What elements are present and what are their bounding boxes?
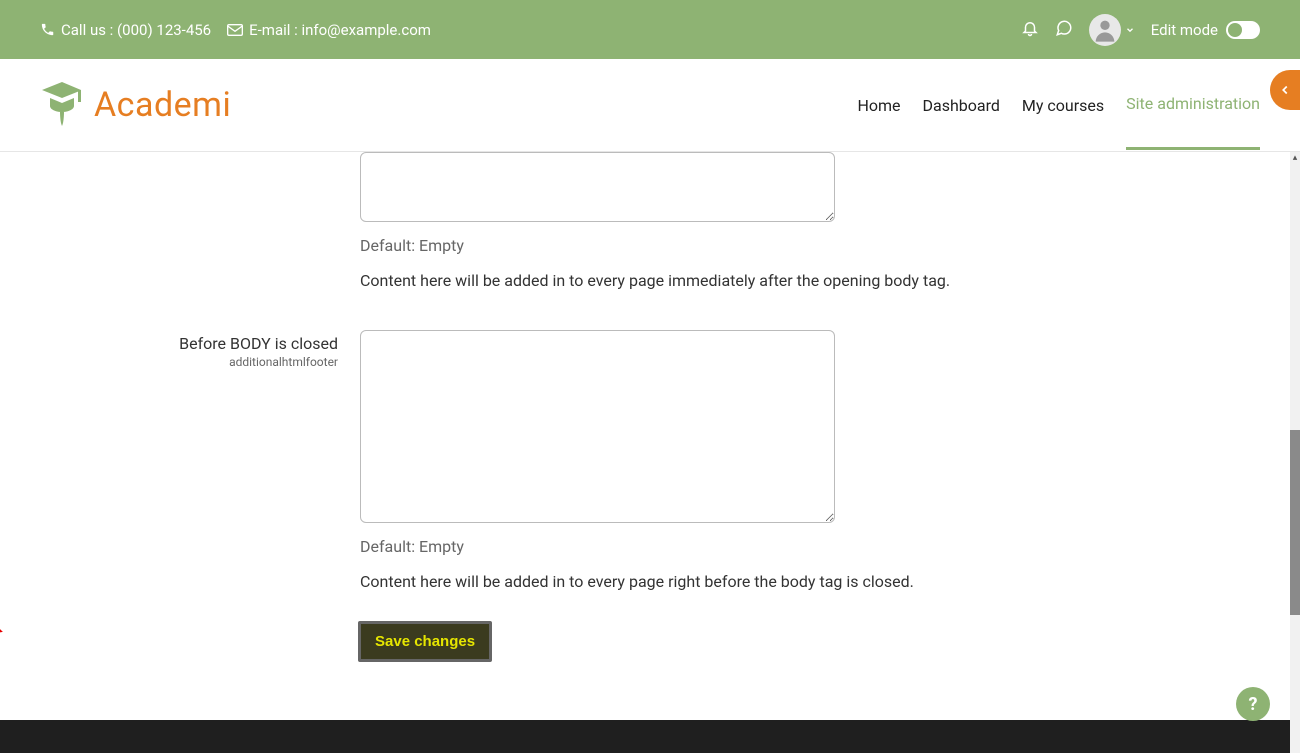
topbar: Call us : (000) 123-456 E-mail : info@ex… [0, 0, 1300, 59]
bell-icon[interactable] [1021, 19, 1039, 41]
label-before-body-closed: Before BODY is closed [40, 334, 338, 353]
form-row-top: Default: Empty Content here will be adde… [0, 152, 1290, 290]
content: Default: Empty Content here will be adde… [0, 152, 1290, 753]
email-text: E-mail : info@example.com [249, 21, 431, 39]
edit-mode-label: Edit mode [1151, 21, 1218, 39]
textarea-top[interactable] [360, 152, 835, 222]
scrollbar-thumb[interactable] [1290, 430, 1300, 615]
default-text-top: Default: Empty [360, 236, 1250, 255]
chevron-down-icon [1125, 21, 1135, 39]
edit-mode-toggle[interactable] [1226, 21, 1260, 39]
textarea-additionalhtmlfooter[interactable] [360, 330, 835, 523]
description-top: Content here will be added in to every p… [360, 271, 1250, 290]
topbar-left: Call us : (000) 123-456 E-mail : info@ex… [40, 21, 431, 39]
form-row-bottom: Before BODY is closed additionalhtmlfoot… [0, 330, 1290, 591]
topbar-right: Edit mode [1021, 14, 1260, 46]
default-text-bottom: Default: Empty [360, 537, 1250, 556]
logo[interactable]: Academi [40, 78, 231, 132]
avatar [1089, 14, 1121, 46]
nav-site-administration[interactable]: Site administration [1126, 94, 1260, 150]
nav-my-courses[interactable]: My courses [1022, 96, 1104, 149]
brand-name: Academi [94, 85, 231, 125]
nav-home[interactable]: Home [857, 96, 900, 149]
user-menu[interactable] [1089, 14, 1135, 46]
description-bottom: Content here will be added in to every p… [360, 572, 1250, 591]
nav-dashboard[interactable]: Dashboard [923, 96, 1000, 149]
call-us-text: Call us : (000) 123-456 [61, 21, 211, 39]
edit-mode-control: Edit mode [1151, 21, 1260, 39]
save-changes-button[interactable]: Save changes [358, 621, 492, 662]
nav-links: Home Dashboard My courses Site administr… [857, 94, 1260, 116]
message-icon[interactable] [1055, 19, 1073, 41]
navbar: Academi Home Dashboard My courses Site a… [0, 59, 1300, 152]
scroll-arrow-up-icon[interactable]: ▴ [1290, 152, 1300, 164]
mail-icon [227, 24, 243, 36]
phone-icon [40, 22, 55, 37]
callout-arrow-icon [0, 583, 15, 643]
graduation-cap-icon [40, 78, 84, 132]
save-row: Save changes Click on Save changes [0, 621, 1290, 662]
help-button[interactable]: ? [1236, 687, 1270, 721]
sublabel-additionalhtmlfooter: additionalhtmlfooter [40, 355, 338, 369]
help-icon: ? [1249, 694, 1258, 715]
footer-bar [0, 720, 1290, 753]
